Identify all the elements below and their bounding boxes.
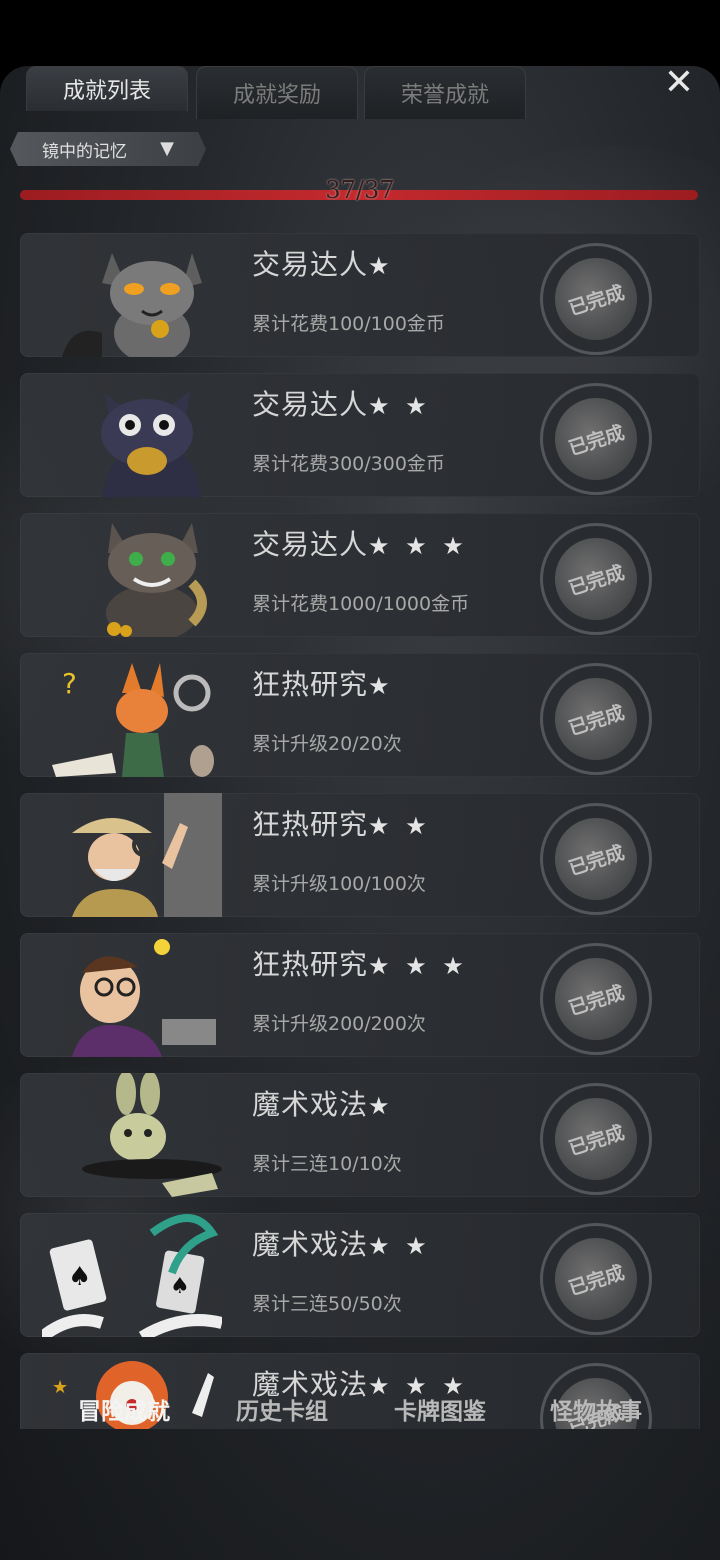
stamp-icon: 已完成 bbox=[544, 527, 648, 631]
tab-achievement-rewards[interactable]: 成就奖励 bbox=[196, 66, 358, 119]
star-rating: ★ ★ ★ bbox=[368, 532, 468, 560]
achievement-row[interactable]: ? 狂热研究★ 累计升级20/20次 已完成 bbox=[20, 653, 700, 777]
gray-cat-illustration bbox=[62, 253, 202, 357]
rabbit-hat-illustration bbox=[82, 1073, 222, 1197]
nav-label: 历史卡组 bbox=[236, 1399, 328, 1425]
tab-honor-achievements[interactable]: 荣誉成就 bbox=[364, 66, 526, 119]
completed-stamp: 已完成 bbox=[540, 243, 652, 355]
close-icon: ✕ bbox=[663, 66, 695, 103]
nav-label: 卡牌图鉴 bbox=[394, 1399, 486, 1425]
svg-text:♠: ♠ bbox=[68, 1262, 91, 1292]
title-text: 狂热研究 bbox=[252, 668, 369, 701]
title-text: 交易达人 bbox=[252, 388, 369, 421]
stamp-icon: 已完成 bbox=[544, 807, 648, 911]
achievement-title: 魔术戏法★ bbox=[252, 1083, 394, 1123]
achievement-row[interactable]: 交易达人★ 累计花费100/100金币 已完成 bbox=[20, 233, 700, 357]
striped-cat-illustration bbox=[106, 523, 207, 637]
explorer-illustration bbox=[72, 793, 222, 917]
achievement-description: 累计升级20/20次 bbox=[252, 733, 402, 755]
stamp-icon: 已完成 bbox=[544, 1227, 648, 1331]
status-text: 已完成 bbox=[565, 1261, 627, 1300]
star-rating: ★ bbox=[368, 672, 394, 700]
title-text: 交易达人 bbox=[252, 248, 369, 281]
status-text: 已完成 bbox=[565, 281, 627, 320]
title-text: 魔术戏法 bbox=[252, 1088, 369, 1121]
completed-stamp: 已完成 bbox=[540, 943, 652, 1055]
achievement-title: 交易达人★ ★ ★ bbox=[252, 523, 468, 563]
achievement-title: 狂热研究★ ★ ★ bbox=[252, 943, 468, 983]
nav-label: 怪物故事 bbox=[550, 1399, 642, 1425]
achievement-row[interactable]: ♠ ♠ 魔术戏法★ ★ 累计三连50/50次 已完成 bbox=[20, 1213, 700, 1337]
tab-label: 成就列表 bbox=[62, 79, 151, 104]
achievement-description: 累计三连50/50次 bbox=[252, 1293, 402, 1315]
nav-label: 冒险成就 bbox=[78, 1399, 170, 1425]
achievement-row[interactable]: 交易达人★ ★ 累计花费300/300金币 已完成 bbox=[20, 373, 700, 497]
nav-card-collection[interactable]: 卡牌图鉴 bbox=[360, 1378, 520, 1440]
completed-stamp: 已完成 bbox=[540, 383, 652, 495]
tab-label: 成就奖励 bbox=[232, 83, 321, 108]
star-rating: ★ ★ bbox=[368, 392, 431, 420]
stamp-icon: 已完成 bbox=[544, 1087, 648, 1191]
nav-history-decks[interactable]: 历史卡组 bbox=[202, 1378, 362, 1440]
title-text: 魔术戏法 bbox=[252, 1228, 369, 1261]
stamp-icon: 已完成 bbox=[544, 247, 648, 351]
status-text: 已完成 bbox=[565, 981, 627, 1020]
nav-monster-stories[interactable]: 怪物故事 bbox=[516, 1378, 676, 1440]
nav-adventure-achievements[interactable]: 冒险成就 bbox=[44, 1378, 204, 1440]
status-text: 已完成 bbox=[565, 561, 627, 600]
close-button[interactable]: ✕ bbox=[662, 66, 696, 103]
achievement-description: 累计花费100/100金币 bbox=[252, 313, 445, 335]
achievement-description: 累计三连10/10次 bbox=[252, 1153, 402, 1175]
achievement-title: 魔术戏法★ ★ bbox=[252, 1223, 431, 1263]
achievement-row[interactable]: 狂热研究★ ★ 累计升级100/100次 已完成 bbox=[20, 793, 700, 917]
star-rating: ★ ★ ★ bbox=[368, 952, 468, 980]
funnel-icon: ▼ bbox=[160, 138, 174, 159]
achievement-title: 交易达人★ bbox=[252, 243, 394, 283]
bottom-navigation: 冒险成就 历史卡组 卡牌图鉴 怪物故事 bbox=[0, 1378, 720, 1440]
completed-stamp: 已完成 bbox=[540, 1223, 652, 1335]
category-filter[interactable]: 镜中的记忆 ▼ bbox=[10, 132, 206, 166]
svg-text:?: ? bbox=[62, 667, 77, 700]
title-text: 狂热研究 bbox=[252, 808, 369, 841]
filter-label: 镜中的记忆 bbox=[42, 141, 127, 162]
achievement-title: 交易达人★ ★ bbox=[252, 383, 431, 423]
achievement-description: 累计花费1000/1000金币 bbox=[252, 593, 470, 615]
achievement-title: 狂热研究★ bbox=[252, 663, 394, 703]
achievement-description: 累计升级100/100次 bbox=[252, 873, 426, 895]
scientist-illustration bbox=[72, 939, 216, 1057]
status-text: 已完成 bbox=[565, 701, 627, 740]
magic-cards-illustration: ♠ ♠ bbox=[42, 1214, 222, 1337]
completed-stamp: 已完成 bbox=[540, 1083, 652, 1195]
stamp-icon: 已完成 bbox=[544, 667, 648, 771]
stamp-icon: 已完成 bbox=[544, 387, 648, 491]
star-rating: ★ bbox=[368, 1092, 394, 1120]
star-rating: ★ bbox=[368, 252, 394, 280]
achievement-list[interactable]: 交易达人★ 累计花费100/100金币 已完成 交易达人★ ★ 累计花费300/… bbox=[20, 233, 700, 1429]
achievement-description: 累计升级200/200次 bbox=[252, 1013, 426, 1035]
tab-achievement-list[interactable]: 成就列表 bbox=[26, 66, 188, 111]
owl-illustration bbox=[101, 391, 202, 497]
svg-text:♠: ♠ bbox=[170, 1274, 190, 1299]
achievement-row[interactable]: 魔术戏法★ 累计三连10/10次 已完成 bbox=[20, 1073, 700, 1197]
completed-stamp: 已完成 bbox=[540, 663, 652, 775]
achievement-row[interactable]: 狂热研究★ ★ ★ 累计升级200/200次 已完成 bbox=[20, 933, 700, 1057]
achievement-row[interactable]: 交易达人★ ★ ★ 累计花费1000/1000金币 已完成 bbox=[20, 513, 700, 637]
status-text: 已完成 bbox=[565, 841, 627, 880]
title-text: 交易达人 bbox=[252, 528, 369, 561]
star-rating: ★ ★ bbox=[368, 1232, 431, 1260]
achievement-panel: 成就列表 成就奖励 荣誉成就 ✕ 镜中的记忆 ▼ 37/37 交易达人★ 累计花… bbox=[0, 66, 720, 1560]
fox-scholar-illustration: ? bbox=[52, 663, 214, 777]
achievement-title: 狂热研究★ ★ bbox=[252, 803, 431, 843]
completed-stamp: 已完成 bbox=[540, 803, 652, 915]
title-text: 狂热研究 bbox=[252, 948, 369, 981]
status-text: 已完成 bbox=[565, 421, 627, 460]
progress-text: 37/37 bbox=[325, 176, 395, 204]
achievement-description: 累计花费300/300金币 bbox=[252, 453, 445, 475]
tab-label: 荣誉成就 bbox=[400, 83, 489, 108]
status-text: 已完成 bbox=[565, 1121, 627, 1160]
completed-stamp: 已完成 bbox=[540, 523, 652, 635]
star-rating: ★ ★ bbox=[368, 812, 431, 840]
stamp-icon: 已完成 bbox=[544, 947, 648, 1051]
